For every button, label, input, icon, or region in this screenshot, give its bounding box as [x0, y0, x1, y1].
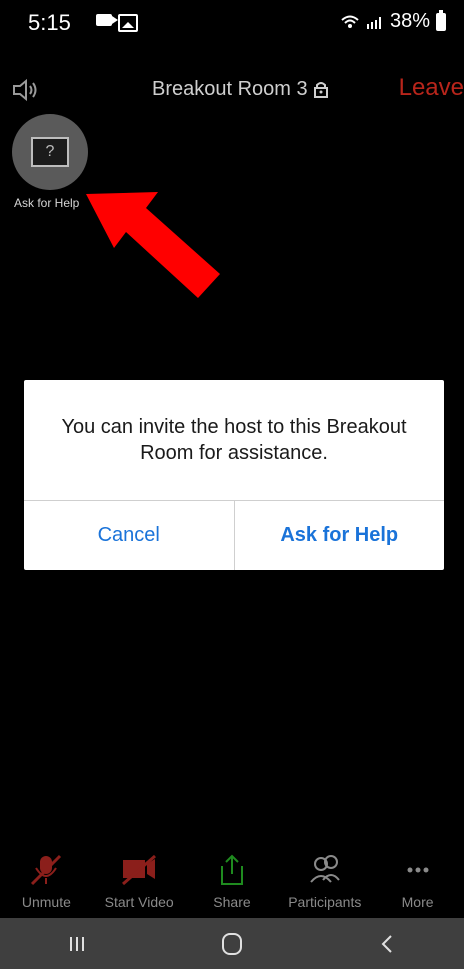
red-arrow-annotation-icon — [86, 192, 220, 298]
recents-button[interactable] — [57, 930, 97, 958]
share-label: Share — [213, 894, 251, 910]
more-icon — [407, 867, 429, 873]
meeting-toolbar: Unmute Start Video Share Participants Mo… — [0, 852, 464, 918]
android-navigation-bar — [0, 918, 464, 969]
meeting-top-bar: Breakout Room 3 Leave — [0, 64, 464, 114]
status-bar: 5:15 38% — [0, 0, 464, 44]
video-off-icon — [122, 854, 157, 886]
unmute-button[interactable]: Unmute — [0, 852, 92, 910]
participants-icon — [310, 855, 340, 883]
more-label: More — [401, 894, 434, 910]
screen-record-icon — [96, 14, 118, 26]
wifi-icon — [341, 15, 359, 28]
share-icon — [220, 854, 243, 885]
speaker-icon[interactable] — [10, 76, 42, 104]
room-title: Breakout Room 3 — [152, 78, 308, 100]
dialog-message: You can invite the host to this Breakout… — [61, 416, 407, 464]
cancel-button[interactable]: Cancel — [24, 501, 234, 570]
battery-percent: 38% — [389, 10, 430, 32]
lock-icon — [314, 82, 328, 98]
status-time: 5:15 — [28, 10, 71, 35]
ask-for-help-confirm-button[interactable]: Ask for Help — [235, 501, 445, 570]
ask-for-help-button[interactable]: ? — [12, 114, 88, 190]
home-button[interactable] — [212, 930, 252, 958]
back-icon — [381, 934, 392, 953]
recents-icon — [70, 936, 85, 951]
battery-icon — [436, 9, 446, 31]
help-question-icon: ? — [31, 137, 69, 167]
home-icon — [221, 932, 242, 955]
status-right: 38% — [340, 9, 446, 33]
participants-label: Participants — [288, 894, 362, 910]
unmute-label: Unmute — [21, 894, 71, 910]
start-video-label: Start Video — [104, 894, 174, 910]
mic-muted-icon — [31, 854, 62, 886]
ask-help-dialog: You can invite the host to this Breakout… — [24, 380, 444, 570]
back-button[interactable] — [367, 930, 407, 958]
start-video-button[interactable]: Start Video — [93, 852, 185, 910]
ask-for-help-caption: Ask for Help — [14, 196, 80, 210]
status-left-icons — [96, 14, 138, 32]
dialog-buttons: Cancel Ask for Help — [24, 501, 444, 570]
participants-button[interactable]: Participants — [279, 852, 371, 910]
more-button[interactable]: More — [372, 852, 464, 910]
leave-button[interactable]: Leave — [399, 74, 464, 102]
share-button[interactable]: Share — [186, 852, 278, 910]
gallery-icon — [118, 14, 138, 32]
signal-icon — [366, 16, 381, 29]
